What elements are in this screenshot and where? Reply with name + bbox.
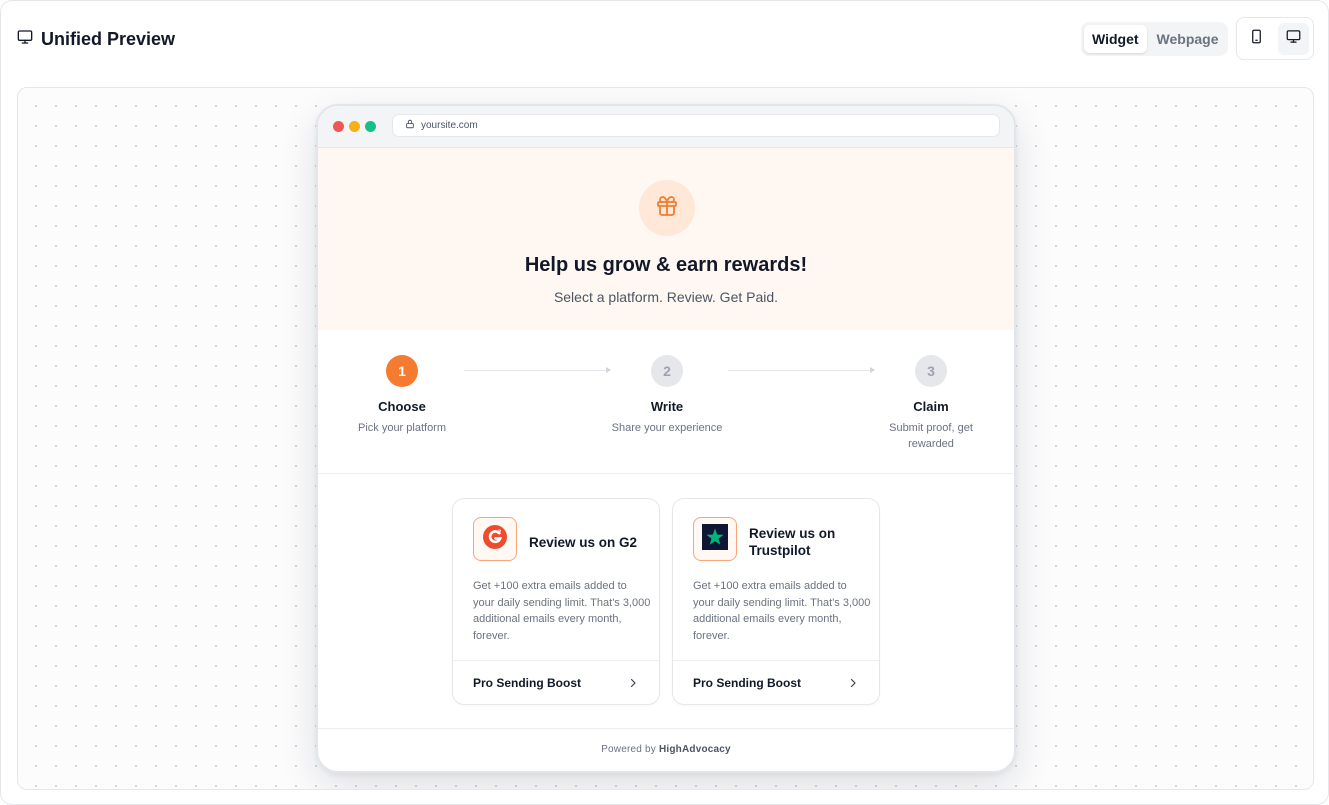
step-title: Write bbox=[650, 399, 684, 414]
monitor-icon bbox=[17, 29, 33, 50]
page-title-text: Unified Preview bbox=[41, 28, 176, 49]
card-icon-frame bbox=[693, 517, 737, 561]
page-title: Unified Preview bbox=[17, 27, 175, 51]
app-frame: Unified Preview Widget Webpage yoursite.… bbox=[0, 0, 1329, 805]
step-write: 2 Write Share your experience bbox=[607, 355, 727, 436]
steps-progress: 1 Choose Pick your platform 2 Write Shar… bbox=[318, 330, 1014, 474]
card-description: Get +100 extra emails added to your dail… bbox=[473, 580, 651, 642]
tab-webpage[interactable]: Webpage bbox=[1149, 25, 1227, 53]
monitor-icon bbox=[1286, 29, 1301, 49]
tab-widget[interactable]: Widget bbox=[1084, 25, 1147, 53]
step-description: Pick your platform bbox=[357, 422, 447, 434]
powered-by-prefix: Powered by bbox=[601, 744, 656, 755]
trustpilot-star-icon bbox=[702, 523, 728, 555]
card-footer[interactable]: Pro Sending Boost bbox=[673, 660, 879, 704]
window-close-dot bbox=[333, 121, 344, 132]
widget-title: Help us grow & earn rewards! bbox=[524, 254, 808, 276]
step-number: 1 bbox=[386, 355, 418, 387]
mobile-view-button[interactable] bbox=[1241, 23, 1272, 55]
lock-icon bbox=[405, 119, 415, 132]
chevron-right-icon bbox=[627, 677, 639, 689]
reward-label: Pro Sending Boost bbox=[473, 675, 581, 690]
reward-label: Pro Sending Boost bbox=[693, 675, 801, 690]
address-bar: yoursite.com bbox=[392, 114, 1000, 137]
card-icon-frame: 2 bbox=[473, 517, 517, 561]
step-number: 3 bbox=[915, 355, 947, 387]
g2-review-card[interactable]: 2 Review us on G2 Get +100 extra emails … bbox=[452, 498, 660, 705]
svg-text:2: 2 bbox=[498, 529, 502, 535]
trustpilot-review-card[interactable]: Review us on Trustpilot Get +100 extra e… bbox=[672, 498, 880, 705]
step-title: Choose bbox=[378, 399, 426, 414]
window-maximize-dot bbox=[365, 121, 376, 132]
step-choose: 1 Choose Pick your platform bbox=[342, 355, 462, 436]
widget-hero: Help us grow & earn rewards! Select a pl… bbox=[318, 148, 1014, 330]
platform-cards: 2 Review us on G2 Get +100 extra emails … bbox=[318, 474, 1014, 729]
window-minimize-dot bbox=[349, 121, 360, 132]
step-connector bbox=[464, 367, 611, 373]
preview-canvas: yoursite.com Help us grow & earn rewards… bbox=[17, 87, 1314, 790]
step-connector bbox=[728, 367, 875, 373]
card-title: Review us on Trustpilot bbox=[749, 526, 836, 558]
chevron-right-icon bbox=[847, 677, 859, 689]
brand-name: HighAdvocacy bbox=[658, 744, 731, 755]
g2-logo-icon: 2 bbox=[482, 524, 508, 555]
view-mode-toggle: Widget Webpage bbox=[1081, 22, 1228, 56]
browser-mockup: yoursite.com Help us grow & earn rewards… bbox=[316, 104, 1016, 773]
step-number: 2 bbox=[651, 355, 683, 387]
gift-icon bbox=[655, 194, 679, 223]
step-description: Share your experience bbox=[611, 422, 723, 434]
step-description: Submit proof, get rewarded bbox=[889, 422, 973, 450]
gift-badge bbox=[639, 180, 695, 236]
address-bar-url: yoursite.com bbox=[421, 120, 478, 131]
card-title: Review us on G2 bbox=[529, 534, 638, 550]
card-footer[interactable]: Pro Sending Boost bbox=[453, 660, 659, 704]
powered-by: Powered by HighAdvocacy bbox=[318, 744, 1014, 755]
card-description: Get +100 extra emails added to your dail… bbox=[693, 580, 871, 642]
smartphone-icon bbox=[1249, 29, 1264, 49]
device-toggle bbox=[1236, 17, 1314, 60]
step-title: Claim bbox=[913, 399, 949, 414]
step-claim: 3 Claim Submit proof, get rewarded bbox=[871, 355, 991, 452]
browser-chrome: yoursite.com bbox=[318, 106, 1014, 148]
widget-subtitle: Select a platform. Review. Get Paid. bbox=[553, 289, 779, 305]
desktop-view-button[interactable] bbox=[1278, 22, 1309, 55]
